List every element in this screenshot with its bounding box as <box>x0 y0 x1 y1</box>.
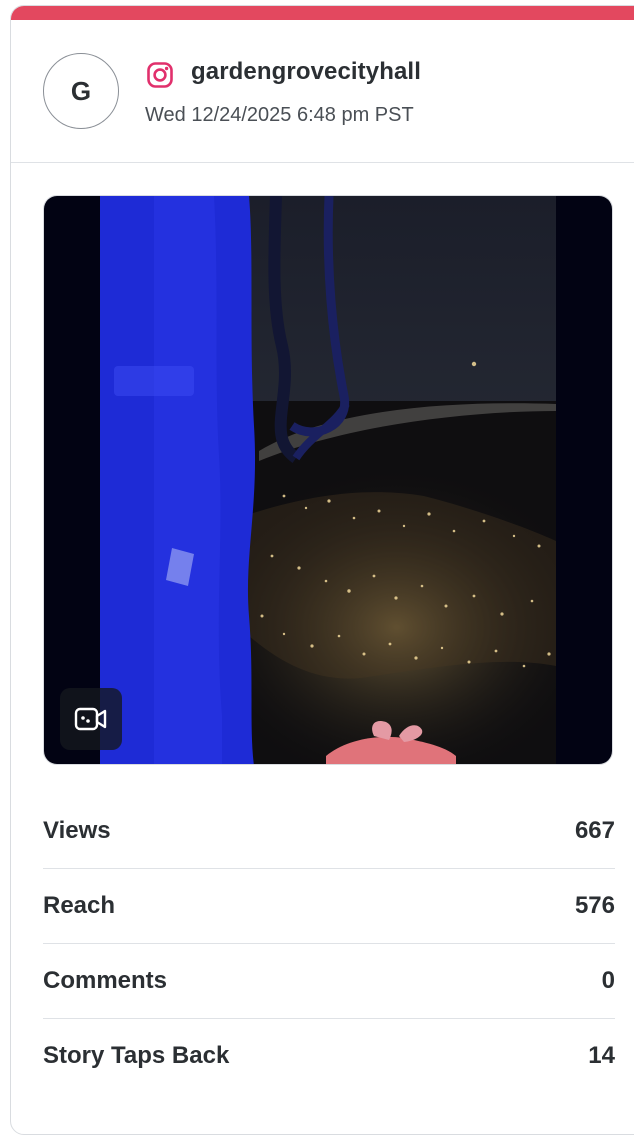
post-card: G gardengrovecityhall Wed 12/24/2025 6:4… <box>10 5 634 1135</box>
post-header: G gardengrovecityhall Wed 12/24/2025 6:4… <box>11 20 634 163</box>
media-thumbnail <box>44 196 612 764</box>
instagram-icon <box>147 62 173 88</box>
metric-value: 14 <box>588 1042 615 1069</box>
metric-row-story-taps-back: Story Taps Back 14 <box>43 1019 615 1093</box>
metric-value: 576 <box>574 892 615 919</box>
avatar[interactable]: G <box>43 53 119 129</box>
post-timestamp: Wed 12/24/2025 6:48 pm PST <box>145 104 414 126</box>
metric-label: Comments <box>43 967 168 994</box>
metric-label: Story Taps Back <box>43 1042 230 1069</box>
metric-value: 0 <box>601 967 615 994</box>
metric-row-comments: Comments 0 <box>43 944 615 1019</box>
metric-label: Views <box>43 817 111 844</box>
metric-label: Reach <box>43 892 116 919</box>
metrics-list: Views 667 Reach 576 Comments 0 Story Tap… <box>43 794 615 1093</box>
account-name[interactable]: gardengrovecityhall <box>191 58 421 86</box>
video-icon <box>74 707 107 731</box>
metric-row-reach: Reach 576 <box>43 869 615 944</box>
video-badge <box>60 688 122 750</box>
post-media[interactable] <box>43 195 613 765</box>
metric-row-views: Views 667 <box>43 794 615 869</box>
metric-value: 667 <box>574 817 615 844</box>
accent-bar <box>11 6 634 20</box>
